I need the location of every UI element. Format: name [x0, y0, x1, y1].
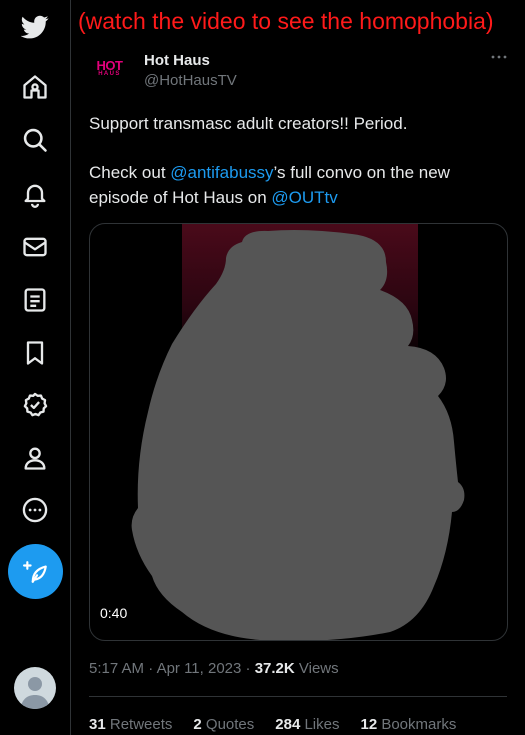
explore-icon[interactable] [14, 119, 56, 161]
bookmarks-stat[interactable]: 12 Bookmarks [360, 716, 456, 733]
views-label: Views [294, 660, 339, 677]
ellipsis-icon [491, 55, 507, 59]
author-avatar[interactable]: HOT HAUS [89, 48, 130, 89]
quotes-label: Quotes [201, 716, 255, 733]
more-icon[interactable] [14, 489, 56, 531]
tweet-stats: 31 Retweets 2 Quotes 284 Likes 12 Bookma… [89, 716, 456, 733]
twitter-bird-icon[interactable] [14, 6, 56, 48]
lists-icon[interactable] [14, 279, 56, 321]
bookmarks-count: 12 [360, 716, 378, 733]
sidebar-nav [0, 0, 71, 735]
likes-label: Likes [300, 716, 340, 733]
divider [89, 696, 507, 697]
tweet-date[interactable]: Apr 11, 2023 [157, 660, 242, 677]
author-handle[interactable]: @HotHausTV [144, 72, 237, 89]
retweets-stat[interactable]: 31 Retweets [89, 716, 172, 733]
text-segment: episode of Hot Haus on [89, 188, 272, 207]
text-segment: ’s full convo on the new [273, 163, 450, 182]
text-segment: Check out [89, 163, 171, 182]
mention-link[interactable]: @OUTtv [271, 188, 337, 207]
tweet-detail: HOT HAUS Hot Haus @HotHausTV Support tra… [72, 0, 525, 735]
default-avatar-icon [21, 677, 49, 709]
tweet-text-line: episode of Hot Haus on @OUTtv [89, 185, 509, 210]
censor-scribble [131, 230, 465, 640]
tweet-text-line: Support transmasc adult creators!! Perio… [89, 114, 408, 133]
meta-separator: · [241, 660, 255, 677]
mention-link[interactable]: @antifabussy [170, 163, 273, 182]
avatar-logo-bottom: HAUS [98, 70, 121, 77]
likes-count: 284 [275, 716, 301, 733]
compose-tweet-icon [22, 560, 47, 583]
tweet-meta: 5:17 AM · Apr 11, 2023 · 37.2K Views [89, 660, 339, 677]
compose-tweet-button[interactable] [8, 544, 63, 599]
meta-separator: · [144, 660, 157, 677]
author-name[interactable]: Hot Haus [144, 52, 210, 69]
retweets-label: Retweets [105, 716, 173, 733]
views-count: 37.2K [254, 660, 295, 677]
video-player[interactable]: 0:40 [89, 223, 508, 641]
home-icon[interactable] [14, 66, 56, 108]
quotes-stat[interactable]: 2 Quotes [193, 716, 254, 733]
video-duration: 0:40 [100, 605, 128, 621]
bookmarks-icon[interactable] [14, 332, 56, 374]
tweet-time[interactable]: 5:17 AM [89, 660, 144, 677]
tweet-more-button[interactable] [490, 48, 508, 66]
notifications-icon[interactable] [14, 173, 56, 215]
account-avatar[interactable] [14, 667, 56, 709]
bookmarks-label: Bookmarks [377, 716, 457, 733]
tweet-text-line: Check out @antifabussy’s full convo on t… [89, 160, 509, 185]
messages-icon[interactable] [14, 226, 56, 268]
likes-stat[interactable]: 284 Likes [275, 716, 339, 733]
verified-icon[interactable] [14, 384, 56, 426]
quotes-count: 2 [193, 716, 202, 733]
profile-icon[interactable] [14, 437, 56, 479]
retweets-count: 31 [89, 716, 106, 733]
avatar-logo-top: HOT [96, 57, 123, 73]
